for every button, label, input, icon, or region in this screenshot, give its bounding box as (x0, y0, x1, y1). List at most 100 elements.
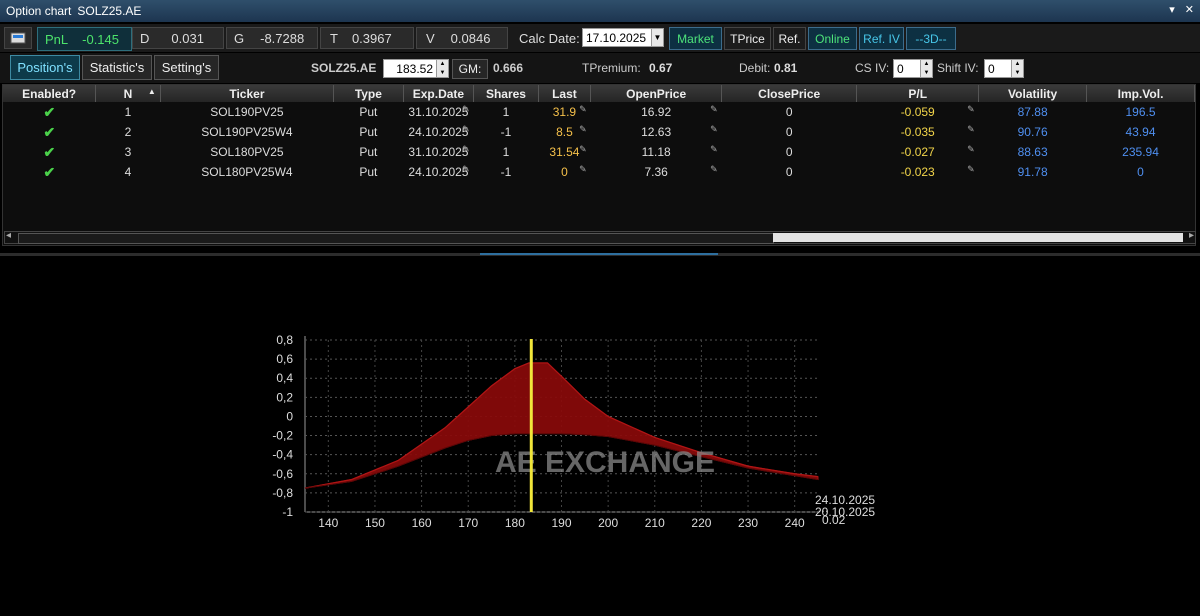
edit-pencil-icon[interactable]: ✎ (579, 104, 587, 115)
ref-button[interactable]: Ref. (773, 27, 806, 50)
edit-pencil-icon[interactable]: ✎ (462, 144, 470, 155)
pin-icon[interactable]: ▾ (1169, 3, 1175, 16)
price-spinner[interactable]: 183.52 ▲ ▼ (383, 59, 449, 78)
closeprice-cell: 0 (722, 122, 857, 142)
edit-pencil-icon[interactable]: ✎ (462, 124, 470, 135)
edit-pencil-icon[interactable]: ✎ (462, 164, 470, 175)
col-ticker[interactable]: Ticker (160, 85, 335, 102)
watermark-text: AE EXCHANGE (495, 446, 715, 479)
window-controls: ▾ ✕ (1169, 3, 1194, 16)
pnl-label: PnL (45, 31, 69, 47)
impvol-cell: 0 (1087, 162, 1195, 182)
x-tick-label: 240 (785, 516, 805, 530)
debit-value: 0.81 (774, 61, 798, 75)
enabled-cell[interactable]: ✔ (3, 162, 96, 182)
n-cell: 1 (96, 102, 161, 122)
tprice-button[interactable]: TPrice (724, 27, 771, 50)
edit-pencil-icon[interactable]: ✎ (579, 164, 587, 175)
edit-pencil-icon[interactable]: ✎ (579, 124, 587, 135)
table-row[interactable]: ✔ 3 SOL180PV25 Put 31.10.2025 ✎ 1 31.54 ✎ 11.18 ✎ 0… (3, 142, 1195, 162)
spinner-arrows-icon[interactable]: ▲ ▼ (436, 60, 448, 77)
edit-pencil-icon[interactable]: ✎ (710, 144, 718, 155)
col-impvol[interactable]: Imp.Vol. (1086, 85, 1195, 102)
shift-iv-spinner[interactable]: 0 ▲ ▼ (984, 59, 1024, 78)
ticker-cell-value: SOL190PV25W4 (201, 125, 293, 139)
edit-pencil-icon[interactable]: ✎ (967, 124, 975, 135)
closeprice-cell-value: 0 (785, 145, 793, 159)
volatility-cell: 87.88 (979, 102, 1087, 122)
theta-value: 0.3967 (351, 30, 392, 46)
spinner-arrows-icon[interactable]: ▲ ▼ (1011, 60, 1023, 77)
y-tick-label: -0,8 (272, 486, 293, 500)
edit-pencil-icon[interactable]: ✎ (710, 124, 718, 135)
expdate-cell-value: 31.10.2025 (408, 145, 469, 159)
edit-pencil-icon[interactable]: ✎ (710, 104, 718, 115)
ticker-cell: SOL190PV25W4 (160, 122, 333, 142)
closeprice-cell: 0 (722, 102, 857, 122)
ref-iv-button[interactable]: Ref. IV (859, 27, 904, 50)
col-n[interactable]: N ▲ (95, 85, 161, 102)
enabled-cell[interactable]: ✔ (3, 122, 96, 142)
scrollbar-thumb[interactable] (18, 233, 774, 244)
type-cell-value: Put (359, 165, 378, 179)
scrollbar-track[interactable] (773, 233, 1183, 242)
online-button[interactable]: Online (808, 27, 857, 50)
col-enabled[interactable]: Enabled? (3, 85, 97, 102)
ticker-cell-value: SOL180PV25W4 (201, 165, 293, 179)
pl-cell-value: -0.059 (900, 105, 935, 119)
pl-cell-value: -0.027 (900, 145, 935, 159)
x-tick-label: 190 (551, 516, 571, 530)
table-row[interactable]: ✔ 2 SOL190PV25W4 Put 24.10.2025 ✎ -1 8.5 ✎ 12.63 ✎… (3, 122, 1195, 142)
delta-label: D (140, 30, 150, 46)
vega-value: 0.0846 (450, 30, 491, 46)
market-button[interactable]: Market (669, 27, 722, 50)
col-closeprice[interactable]: ClosePrice (721, 85, 858, 102)
openprice-cell-value: 12.63 (641, 125, 672, 139)
pl-cell: -0.027 ✎ (857, 142, 979, 162)
cs-iv-value: 0 (897, 61, 904, 76)
cs-iv-spinner[interactable]: 0 ▲ ▼ (893, 59, 933, 78)
chevron-down-icon[interactable]: ▼ (651, 29, 663, 46)
pnl-chart[interactable]: 0,8 0,6 0,4 0,2 0 -0,2 -0,4 -0,6 -0,8 -1 140 150 160… (0, 256, 1200, 616)
impvol-cell: 196.5 (1087, 102, 1195, 122)
scroll-right-icon[interactable]: ▸ (1189, 230, 1194, 241)
expdate-cell: 24.10.2025 ✎ (403, 162, 474, 182)
spinner-arrows-icon[interactable]: ▲ ▼ (920, 60, 932, 77)
table-row[interactable]: ✔ 4 SOL180PV25W4 Put 24.10.2025 ✎ -1 0 ✎ 7.36 ✎ 0 -0… (3, 162, 1195, 182)
col-volatility[interactable]: Volatility (978, 85, 1088, 102)
pnl-box: PnL -0.145 (37, 27, 132, 51)
pnl-value: -0.145 (82, 31, 120, 47)
col-pl[interactable]: P/L (856, 85, 980, 102)
col-expdate[interactable]: Exp.Date (403, 85, 475, 102)
impvol-cell: 43.94 (1087, 122, 1195, 142)
closeprice-cell-value: 0 (785, 165, 793, 179)
enabled-cell[interactable]: ✔ (3, 142, 96, 162)
edit-pencil-icon[interactable]: ✎ (710, 164, 718, 175)
scroll-left-icon[interactable]: ◂ (6, 230, 11, 241)
col-type[interactable]: Type (333, 85, 404, 102)
edit-pencil-icon[interactable]: ✎ (462, 104, 470, 115)
ticker-cell: SOL180PV25 (160, 142, 333, 162)
edit-pencil-icon[interactable]: ✎ (967, 164, 975, 175)
table-horizontal-scrollbar[interactable]: ◂ ▸ (4, 230, 1196, 244)
shares-cell-value: 1 (502, 105, 510, 119)
table-row[interactable]: ✔ 1 SOL190PV25 Put 31.10.2025 ✎ 1 31.9 ✎ 16.92 ✎ 0-… (3, 102, 1195, 122)
gamma-value: -8.7288 (260, 30, 305, 46)
x-tick-label: 220 (691, 516, 711, 530)
col-shares[interactable]: Shares (473, 85, 539, 102)
edit-pencil-icon[interactable]: ✎ (579, 144, 587, 155)
enabled-cell[interactable]: ✔ (3, 102, 96, 122)
n-cell: 2 (96, 122, 161, 142)
edit-pencil-icon[interactable]: ✎ (967, 144, 975, 155)
tab-settings[interactable]: Setting's (154, 55, 219, 80)
3d-button[interactable]: --3D-- (906, 27, 956, 50)
edit-pencil-icon[interactable]: ✎ (967, 104, 975, 115)
col-last[interactable]: Last (538, 85, 592, 102)
export-button[interactable] (4, 27, 32, 49)
col-openprice[interactable]: OpenPrice (590, 85, 723, 102)
tab-statistics[interactable]: Statistic's (82, 55, 152, 80)
expdate-cell: 31.10.2025 ✎ (403, 102, 474, 122)
calc-date-picker[interactable]: 17.10.2025 ▼ (582, 28, 664, 47)
close-icon[interactable]: ✕ (1185, 3, 1194, 16)
tab-positions[interactable]: Position's (10, 55, 80, 80)
